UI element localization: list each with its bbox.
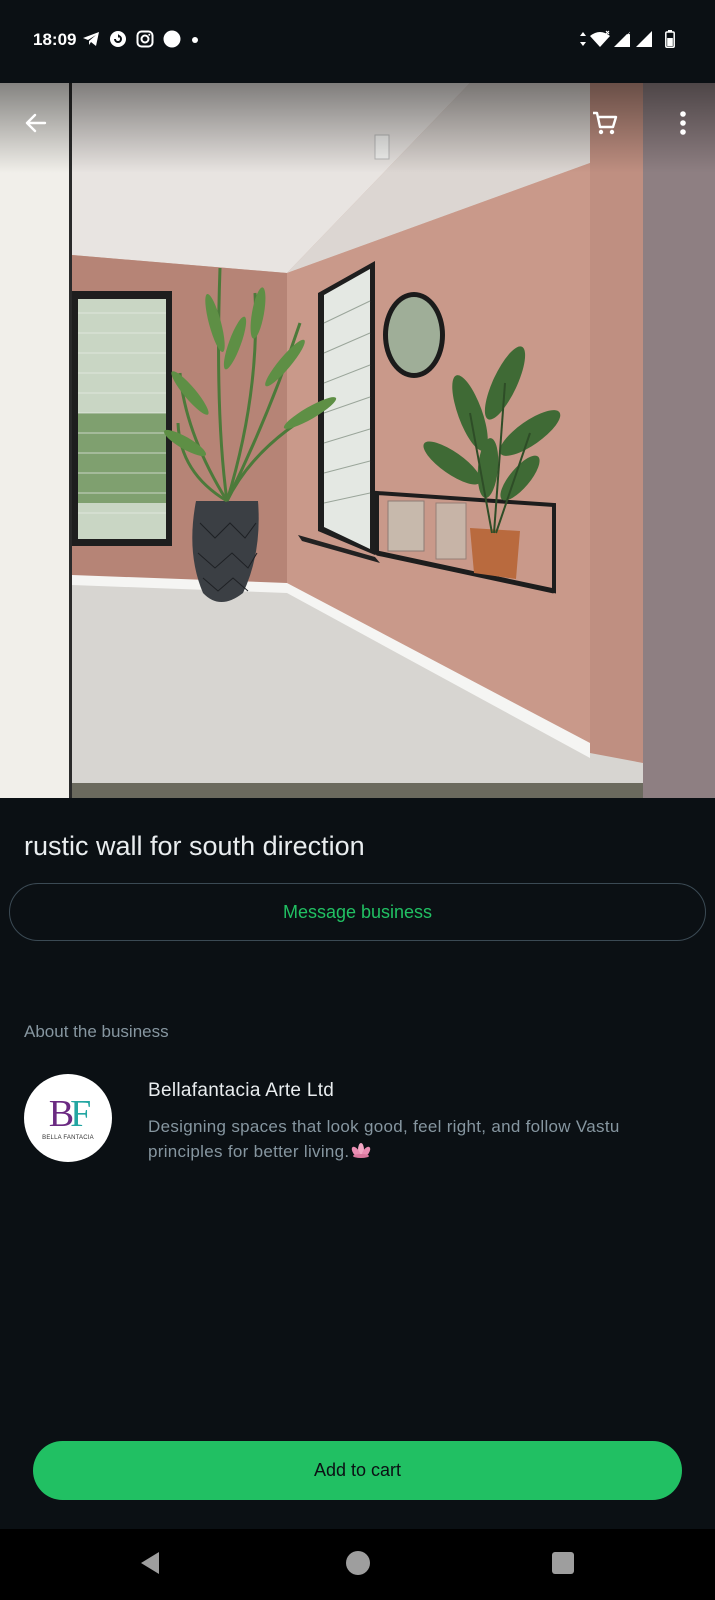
product-image[interactable] [0,83,715,798]
nav-home-icon [345,1550,371,1581]
arrow-left-icon [23,110,49,141]
add-to-cart-button[interactable]: Add to cart [33,1441,682,1500]
status-left-icons [82,30,200,52]
cart-button[interactable] [581,101,629,149]
business-logo[interactable]: BF BELLA FANTACIA [24,1074,112,1162]
business-description-text: Designing spaces that look good, feel ri… [148,1117,620,1161]
add-to-cart-label: Add to cart [313,1460,402,1480]
business-description: Designing spaces that look good, feel ri… [148,1114,668,1165]
status-bar: 18:09 [0,0,715,83]
message-business-label: Message business [282,901,433,922]
notification-dot-icon [163,30,181,53]
instagram-icon [136,30,154,53]
refresh-app-icon [109,30,127,53]
signal-icon-2 [635,30,655,53]
cart-icon [591,109,619,142]
signal-icon [613,30,633,53]
back-button[interactable] [12,101,60,149]
logo-caption: BELLA FANTACIA [42,1135,94,1141]
nav-back-button[interactable] [130,1549,170,1581]
system-nav-bar [0,1529,715,1600]
wifi-icon [589,30,611,53]
telegram-icon [82,31,100,52]
nav-back-icon [138,1550,162,1581]
nav-home-button[interactable] [338,1549,378,1581]
more-vert-icon [679,110,687,141]
business-name[interactable]: Bellafantacia Arte Ltd [148,1080,334,1102]
status-right-icons [579,29,675,53]
lotus-icon [351,1140,371,1165]
status-time: 18:09 [33,30,77,49]
nav-recents-button[interactable] [543,1549,583,1581]
data-arrows-icon [579,31,587,52]
small-dot-icon [190,32,200,50]
logo-monogram: BF [48,1093,92,1135]
battery-icon [665,29,675,53]
room-scene-illustration [0,83,715,798]
more-options-button[interactable] [659,101,707,149]
message-business-button[interactable]: Message business [9,883,706,941]
product-title: rustic wall for south direction [24,831,365,861]
about-heading: About the business [24,1022,169,1041]
nav-recents-icon [551,1551,575,1580]
